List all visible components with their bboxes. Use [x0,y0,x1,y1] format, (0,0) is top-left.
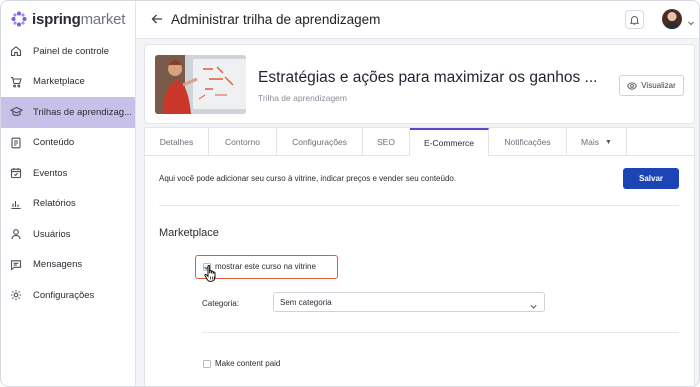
category-select[interactable]: Sem categoria [273,292,545,312]
tab-label: SEO [377,137,395,147]
tab-seo[interactable]: SEO [363,128,410,156]
tab-configuracoes[interactable]: Configurações [277,128,363,156]
sidebar-item-eventos[interactable]: Eventos [1,158,135,189]
tab-label: E-Commerce [423,138,475,148]
view-button-label: Visualizar [641,81,676,90]
tab-label: Mais [581,137,599,147]
sidebar-item-label: Eventos [33,167,68,179]
tab-label: Detalhes [159,137,194,147]
app-window: ispringmarket Painel de controle Marketp… [0,0,700,387]
logo[interactable]: ispringmarket [11,9,125,29]
course-title: Estratégias e ações para maximizar os ga… [258,69,598,86]
ecommerce-intro-text: Aqui você pode adicionar seu curso à vit… [159,174,457,183]
main-content: Estratégias e ações para maximizar os ga… [136,39,699,386]
save-button[interactable]: Salvar [623,168,679,189]
message-icon [9,258,23,272]
divider [202,332,679,333]
category-value: Sem categoria [280,298,332,307]
sidebar-item-painel[interactable]: Painel de controle [1,36,135,67]
graduation-cap-icon [9,105,23,119]
sidebar-item-label: Painel de controle [33,45,110,57]
gear-icon [9,288,23,302]
sidebar-nav: Painel de controle Marketplace Trilhas d… [1,36,135,311]
caret-down-icon: ▼ [605,138,612,146]
view-button[interactable]: Visualizar [619,75,684,96]
top-header: Administrar trilha de aprendizagem [136,1,699,39]
page-title: Administrar trilha de aprendizagem [171,12,381,27]
tab-bar: Detalhes Contorno Configurações SEO E-Co… [145,128,694,157]
sidebar-item-label: Relatórios [33,198,76,210]
make-paid-label[interactable]: Make content paid [215,359,280,368]
hand-pointer-icon [203,264,221,284]
sidebar-item-configuracoes[interactable]: Configurações [1,280,135,311]
notifications-button[interactable] [625,10,644,29]
course-subtitle: Trilha de aprendizagem [258,93,347,103]
tab-mais[interactable]: Mais ▼ [567,128,627,156]
bell-icon [630,15,639,25]
tab-label: Notificações [504,137,551,147]
marketplace-section-title: Marketplace [159,227,219,239]
sidebar-item-label: Mensagens [33,259,83,271]
sidebar-item-trilhas[interactable]: Trilhas de aprendizag... [1,97,135,128]
tab-detalhes[interactable]: Detalhes [145,128,209,156]
cart-icon [9,75,23,89]
tab-ecommerce[interactable]: E-Commerce [410,128,489,157]
divider [159,205,679,206]
course-card: Estratégias e ações para maximizar os ga… [144,44,695,124]
book-icon [9,136,23,150]
chevron-down-icon [529,298,538,309]
sidebar-item-marketplace[interactable]: Marketplace [1,67,135,98]
sidebar-item-label: Conteúdo [33,137,75,149]
logo-text: ispringmarket [32,10,126,28]
tab-label: Contorno [225,137,260,147]
sidebar-item-relatorios[interactable]: Relatórios [1,189,135,220]
sidebar-item-label: Configurações [33,289,95,301]
sidebar-item-usuarios[interactable]: Usuários [1,219,135,250]
calendar-icon [9,166,23,180]
sidebar-item-label: Marketplace [33,76,85,88]
sidebar-item-label: Trilhas de aprendizag... [33,106,132,118]
sidebar-item-mensagens[interactable]: Mensagens [1,250,135,281]
tab-contorno[interactable]: Contorno [209,128,277,156]
sidebar: ispringmarket Painel de controle Marketp… [1,1,136,386]
user-icon [9,227,23,241]
category-label: Categoria: [202,299,239,308]
settings-panel: Detalhes Contorno Configurações SEO E-Co… [144,127,695,386]
eye-icon [627,81,638,91]
home-icon [9,44,23,58]
course-thumbnail [155,55,246,114]
ispring-logo-icon [11,11,27,27]
chevron-down-icon[interactable] [687,14,695,26]
sidebar-item-label: Usuários [33,228,71,240]
tab-notificacoes[interactable]: Notificações [489,128,567,156]
back-arrow-icon[interactable] [150,12,164,26]
sidebar-item-conteudo[interactable]: Conteúdo [1,128,135,159]
make-paid-checkbox[interactable] [203,360,211,368]
tab-label: Configurações [292,137,347,147]
bar-chart-icon [9,197,23,211]
show-in-store-label[interactable]: mostrar este curso na vitrine [215,262,316,271]
avatar[interactable] [662,9,682,29]
